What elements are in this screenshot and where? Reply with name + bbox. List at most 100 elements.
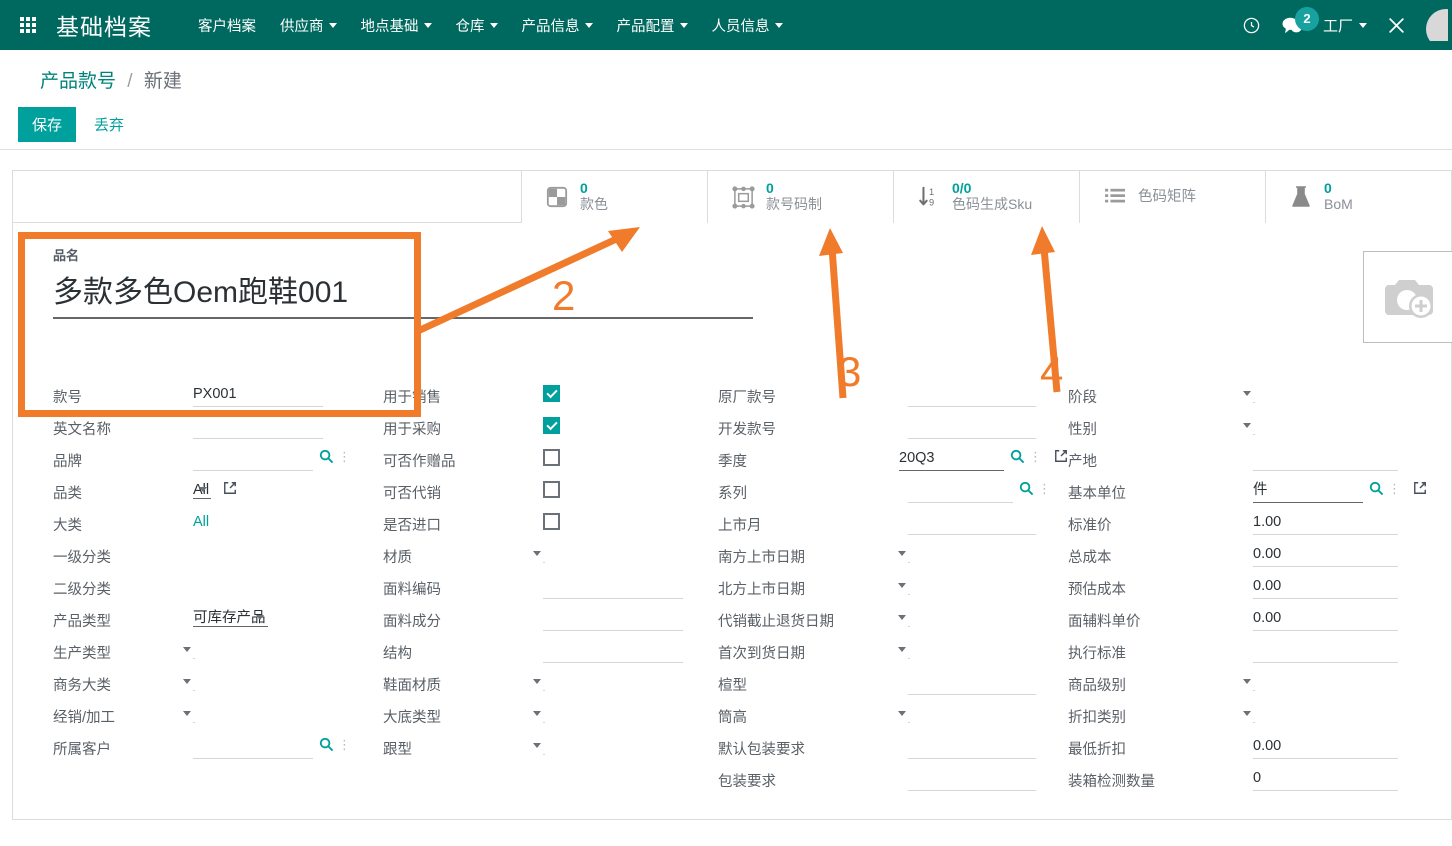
stat-button-semajuzhen[interactable]: 色码矩阵 — [1079, 171, 1265, 223]
field-select[interactable] — [543, 546, 545, 563]
field-input[interactable]: 0.00 — [1253, 607, 1398, 631]
field-input[interactable] — [908, 671, 1036, 695]
field-input[interactable]: 0.00 — [1253, 543, 1398, 567]
field-select[interactable] — [543, 706, 545, 723]
stat-text: 0/0 色码生成Sku — [952, 181, 1032, 212]
field-input[interactable] — [543, 607, 683, 631]
field-input[interactable]: 0 — [1253, 767, 1398, 791]
chevron-down-icon — [1243, 391, 1251, 396]
search-icon[interactable] — [1369, 479, 1384, 496]
chevron-down-icon — [183, 711, 191, 716]
field-select[interactable] — [1253, 674, 1255, 691]
stat-value: 0/0 — [952, 180, 972, 197]
field-input[interactable] — [908, 735, 1036, 759]
external-link-icon[interactable] — [1413, 479, 1427, 495]
field-input[interactable] — [543, 575, 683, 599]
field-input[interactable]: 0.00 — [1253, 575, 1398, 599]
field-select[interactable] — [908, 706, 910, 723]
field-label: 性别 — [1068, 422, 1097, 438]
external-link-icon[interactable] — [223, 479, 237, 495]
stat-button-bom[interactable]: 0 BoM — [1265, 171, 1451, 223]
field-input[interactable] — [1253, 447, 1398, 471]
breadcrumb: 产品款号 / 新建 — [40, 66, 182, 93]
nav-label: 产品信息 — [521, 18, 580, 35]
nav-item-warehouse[interactable]: 仓库 — [456, 15, 498, 36]
brand-title[interactable]: 基础档案 — [56, 8, 152, 42]
field-input[interactable] — [908, 415, 1036, 439]
field-min-discount: 最低折扣 0.00 — [1068, 735, 1428, 767]
stat-label: 色码生成Sku — [952, 196, 1033, 212]
stat-button-kuanse[interactable]: 0 款色 — [521, 171, 707, 223]
field-select[interactable] — [543, 674, 545, 691]
field-input[interactable] — [193, 415, 323, 439]
field-select[interactable] — [908, 610, 910, 627]
clock-icon[interactable] — [1242, 16, 1261, 35]
breadcrumb-root[interactable]: 产品款号 — [40, 71, 116, 92]
search-icon[interactable] — [319, 447, 334, 464]
field-business-category: 商务大类 — [53, 671, 383, 703]
checkbox-for-purchase[interactable] — [543, 417, 560, 434]
nav-item-product-info[interactable]: 产品信息 — [522, 15, 593, 36]
field-select[interactable] — [193, 642, 195, 659]
field-value — [193, 575, 323, 599]
field-input[interactable] — [908, 511, 1036, 535]
checkbox-can-consign[interactable] — [543, 481, 560, 498]
field-select[interactable] — [193, 674, 195, 691]
search-icon[interactable] — [1019, 479, 1034, 496]
field-input[interactable]: 件 — [1253, 479, 1363, 503]
field-input[interactable] — [908, 479, 1013, 503]
field-input[interactable]: 20Q3 — [899, 447, 1004, 471]
chat-bubble-icon[interactable]: 2 — [1281, 6, 1319, 35]
field-select[interactable] — [908, 642, 910, 659]
field-label: 生产类型 — [53, 646, 111, 662]
field-input[interactable] — [543, 639, 683, 663]
field-for-purchase: 用于采购 — [383, 415, 718, 447]
field-input[interactable] — [193, 735, 313, 759]
field-select[interactable] — [908, 546, 910, 563]
field-select[interactable] — [193, 706, 195, 723]
discard-button[interactable]: 丢弃 — [84, 107, 134, 142]
external-link-icon[interactable] — [1054, 447, 1068, 463]
field-select[interactable] — [1253, 386, 1255, 403]
nav-item-supplier[interactable]: 供应商 — [280, 15, 337, 36]
field-label: 材质 — [383, 550, 412, 566]
grid-apps-icon — [20, 17, 36, 33]
field-select[interactable] — [908, 578, 910, 595]
field-select[interactable] — [543, 738, 545, 755]
field-select[interactable] — [1253, 418, 1255, 435]
checkbox-can-be-gift[interactable] — [543, 449, 560, 466]
field-upper-material: 鞋面材质 — [383, 671, 718, 703]
field-select[interactable] — [1253, 706, 1255, 723]
avatar[interactable] — [1426, 9, 1448, 41]
field-input[interactable]: 0.00 — [1253, 735, 1398, 759]
nav-item-personnel[interactable]: 人员信息 — [712, 15, 783, 36]
stat-button-bar: 0 款色 0 款号码制 1 9 0/0 色码生成Sku 色码矩阵 0 BoM — [13, 171, 1451, 223]
field-input[interactable]: 1.00 — [1253, 511, 1398, 535]
stat-button-semashengchengsku[interactable]: 1 9 0/0 色码生成Sku — [893, 171, 1079, 223]
product-photo-upload[interactable] — [1363, 251, 1452, 343]
field-input[interactable] — [908, 383, 1036, 407]
product-name-input[interactable]: 多款多色Oem跑鞋001 — [53, 267, 753, 319]
field-structure: 结构 — [383, 639, 718, 671]
save-button[interactable]: 保存 — [18, 107, 77, 142]
field-product-type: 产品类型 可库存产品 — [53, 607, 383, 639]
chevron-down-icon — [679, 22, 688, 28]
field-input[interactable] — [908, 767, 1036, 791]
checkbox-for-sale[interactable] — [543, 385, 560, 402]
nav-item-product-config[interactable]: 产品配置 — [617, 15, 688, 36]
company-switcher[interactable]: 工厂 — [1323, 15, 1367, 36]
field-input[interactable]: PX001 — [193, 383, 323, 407]
stat-button-kuanhaomazhi[interactable]: 0 款号码制 — [707, 171, 893, 223]
search-icon[interactable] — [319, 735, 334, 752]
field-first-arrival-date: 首次到货日期 — [718, 639, 1068, 671]
field-fabric-code: 面料编码 — [383, 575, 718, 607]
checkbox-is-imported[interactable] — [543, 513, 560, 530]
search-icon[interactable] — [1010, 447, 1025, 464]
wrench-icon[interactable] — [1387, 16, 1406, 35]
field-input[interactable] — [193, 447, 313, 471]
apps-grid-icon[interactable] — [0, 17, 56, 33]
nav-item-customer-files[interactable]: 客户档案 — [198, 15, 256, 36]
nav-item-location[interactable]: 地点基础 — [361, 15, 432, 36]
stat-label: 款号码制 — [766, 196, 822, 212]
field-input[interactable] — [1253, 639, 1398, 663]
